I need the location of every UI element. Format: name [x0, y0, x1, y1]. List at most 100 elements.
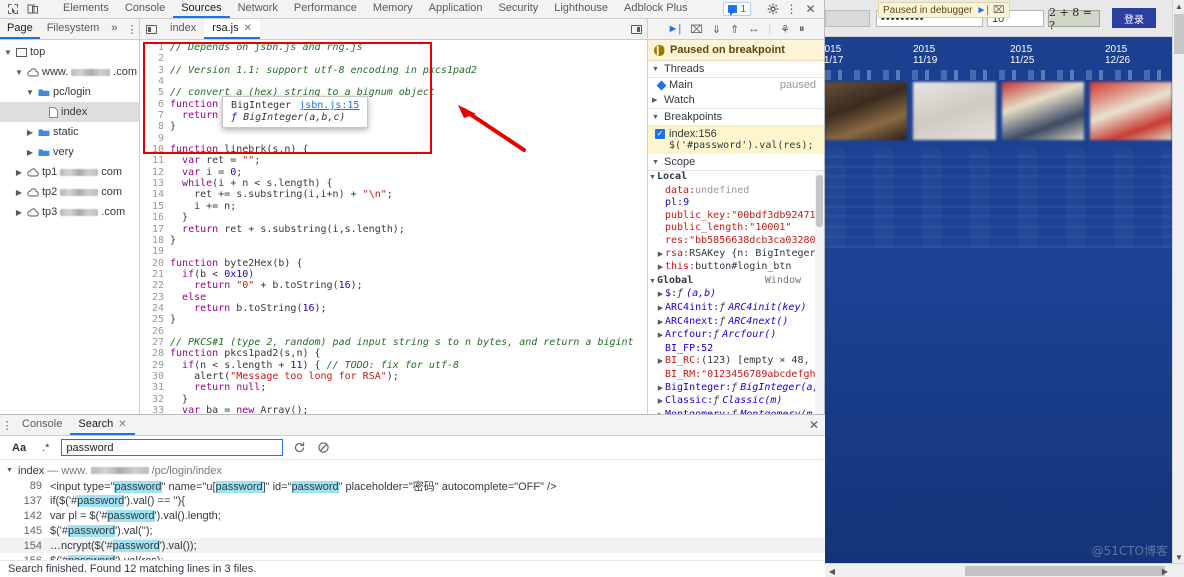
line-text[interactable]: } [170, 212, 647, 223]
line-text[interactable] [170, 53, 647, 64]
chevron-right-icon[interactable]: ▶ [656, 289, 665, 302]
scope-variable-row[interactable]: ▶ARC4init: ƒARC4init(key) [648, 302, 813, 316]
code-line[interactable]: 11 var ret = ""; [140, 155, 647, 166]
step-into-next-function-call-icon[interactable]: ⇓ [712, 23, 721, 36]
step-over-next-function-call-icon[interactable]: ⌧ [690, 23, 703, 36]
scope-variable-row[interactable]: public_length: "10001" [648, 222, 813, 235]
step-icon[interactable]: ↔ [748, 23, 759, 35]
deactivate-breakpoints-icon[interactable]: ⚘ [780, 23, 790, 36]
code-line[interactable]: 4 [140, 76, 647, 87]
chevron-right-icon[interactable]: ▶ [25, 128, 35, 137]
content-thumbnail[interactable] [913, 82, 995, 140]
code-line[interactable]: 19 [140, 246, 647, 257]
refresh-icon[interactable] [291, 440, 307, 456]
code-line[interactable]: 30 alert("Message too long for RSA"); [140, 371, 647, 382]
line-text[interactable] [170, 76, 647, 87]
code-line[interactable]: 14 ret += s.substring(i,i+n) + "\n"; [140, 189, 647, 200]
scope-variable-row[interactable]: data: undefined [648, 185, 813, 198]
chevron-right-icon[interactable]: ▶ [656, 317, 665, 330]
line-text[interactable]: return b.toString(16); [170, 303, 647, 314]
line-text[interactable]: return "0" + b.toString(16); [170, 280, 647, 291]
code-line[interactable]: 6function parseBigInt(str,r) { [140, 99, 647, 110]
scroll-down-icon[interactable]: ▼ [1173, 551, 1184, 563]
search-results[interactable]: ▼ index — www. /pc/login/index 89<input … [0, 460, 825, 560]
line-text[interactable] [170, 246, 647, 257]
content-thumbnail[interactable] [825, 82, 907, 140]
page-horizontal-scrollbar[interactable]: ◀ ▶ [825, 563, 1184, 577]
line-text[interactable]: if(n < s.length + 11) { // TODO: fix for… [170, 360, 647, 371]
resume-script-execution-icon[interactable]: ►| [667, 23, 681, 35]
tab-application[interactable]: Application [421, 0, 491, 18]
search-regex-toggle[interactable]: .* [38, 442, 53, 454]
tab-lighthouse[interactable]: Lighthouse [546, 0, 616, 18]
scroll-up-icon[interactable]: ▲ [1173, 0, 1184, 12]
search-result-row[interactable]: 137if($('#password').val() == ''){ [0, 493, 825, 508]
scope-variable-row[interactable]: ▶BI_RC: (123) [empty × 48, 0, 1,… [648, 355, 813, 369]
scope-variable-row[interactable]: ▶Classic: ƒClassic(m) [648, 395, 813, 409]
navigator-tab-»[interactable]: » [106, 19, 122, 39]
chevron-right-icon[interactable]: ▶ [656, 249, 665, 262]
line-text[interactable]: i += n; [170, 201, 647, 212]
tab-performance[interactable]: Performance [286, 0, 365, 18]
scope-local-header[interactable]: ▼Local [648, 171, 813, 185]
code-line[interactable]: 7 return new BigInteger(str,r); [140, 110, 647, 121]
page-vertical-scroll-thumb[interactable] [1174, 14, 1184, 54]
toggle-navigator-panel-button[interactable] [140, 25, 162, 34]
tree-item-www-[interactable]: ▼www..com [0, 62, 139, 82]
username-field[interactable] [825, 10, 870, 27]
code-line[interactable]: 13 while(i + n < s.length) { [140, 178, 647, 189]
chevron-right-icon[interactable]: ▶ [14, 168, 24, 177]
line-text[interactable]: alert("Message too long for RSA"); [170, 371, 647, 382]
drawer-close-icon[interactable]: ✕ [803, 415, 825, 435]
tab-elements[interactable]: Elements [55, 0, 117, 18]
device-toolbar-icon[interactable] [23, 1, 42, 18]
line-text[interactable]: return null; [170, 382, 647, 393]
captcha-image[interactable]: 2 + 8 = ? [1048, 10, 1100, 27]
line-text[interactable]: function linebrk(s,n) { [170, 144, 647, 155]
breakpoints-section-header[interactable]: ▼ Breakpoints [648, 109, 824, 126]
scope-global-header[interactable]: ▼GlobalWindow [648, 275, 813, 289]
code-line[interactable]: 23 else [140, 292, 647, 303]
code-line[interactable]: 9 [140, 133, 647, 144]
content-thumbnail[interactable] [1002, 82, 1084, 140]
tree-item-pc-login[interactable]: ▼pc/login [0, 82, 139, 102]
tree-item-index[interactable]: index [0, 102, 139, 122]
search-result-file-header[interactable]: ▼ index — www. /pc/login/index [0, 463, 825, 478]
line-text[interactable]: } [170, 394, 647, 405]
tab-sources[interactable]: Sources [173, 0, 229, 18]
line-text[interactable]: // PKCS#1 (type 2, random) pad input str… [170, 337, 647, 348]
code-line[interactable]: 21 if(b < 0x10) [140, 269, 647, 280]
scope-variable-row[interactable]: ▶ARC4next: ƒARC4next() [648, 316, 813, 330]
line-text[interactable]: // Version 1.1: support utf-8 encoding i… [170, 65, 647, 76]
code-line[interactable]: 27// PKCS#1 (type 2, random) pad input s… [140, 337, 647, 348]
chevron-right-icon[interactable]: ▶ [14, 208, 24, 217]
popover-source-link[interactable]: jsbn.js:15 [299, 100, 359, 111]
drawer-tab-close-icon[interactable]: ✕ [118, 419, 126, 430]
scope-variable-row[interactable]: public_key: "00bdf3db924714b9c4… [648, 210, 813, 223]
line-text[interactable] [170, 133, 647, 144]
navigator-tab-filesystem[interactable]: Filesystem [40, 19, 107, 39]
search-input-wrapper[interactable] [61, 439, 283, 456]
chevron-right-icon[interactable]: ▶ [656, 303, 665, 316]
line-text[interactable]: ret += s.substring(i,i+n) + "\n"; [170, 189, 647, 200]
navigator-tab-page[interactable]: Page [0, 19, 40, 39]
code-line[interactable]: 12 var i = 0; [140, 167, 647, 178]
code-line[interactable]: 20function byte2Hex(b) { [140, 258, 647, 269]
file-tab-rsa-js[interactable]: rsa.js✕ [204, 19, 260, 39]
code-line[interactable]: 3// Version 1.1: support utf-8 encoding … [140, 65, 647, 76]
navigator-more-options-icon[interactable]: ⋮ [125, 23, 139, 36]
code-line[interactable]: 17 return ret + s.substring(i,s.length); [140, 224, 647, 235]
search-result-row[interactable]: 89<input type="password" name="u[passwor… [0, 478, 825, 493]
close-icon[interactable]: ✕ [802, 1, 819, 17]
search-result-row[interactable]: 154…ncrypt($('#password').val()); [0, 538, 825, 553]
line-text[interactable]: function byte2Hex(b) { [170, 258, 647, 269]
scope-variable-row[interactable]: ▶BigInteger: ƒBigInteger(a,b,c) [648, 382, 813, 396]
chevron-down-icon[interactable]: ▼ [14, 68, 24, 77]
scope-variable-row[interactable]: pl: 9 [648, 197, 813, 210]
tab-adblock-plus[interactable]: Adblock Plus [616, 0, 696, 18]
tree-item-very[interactable]: ▶very [0, 142, 139, 162]
code-line[interactable]: 26 [140, 326, 647, 337]
tab-memory[interactable]: Memory [365, 0, 421, 18]
code-line[interactable]: 15 i += n; [140, 201, 647, 212]
scroll-right-icon[interactable]: ▶ [1158, 564, 1172, 577]
